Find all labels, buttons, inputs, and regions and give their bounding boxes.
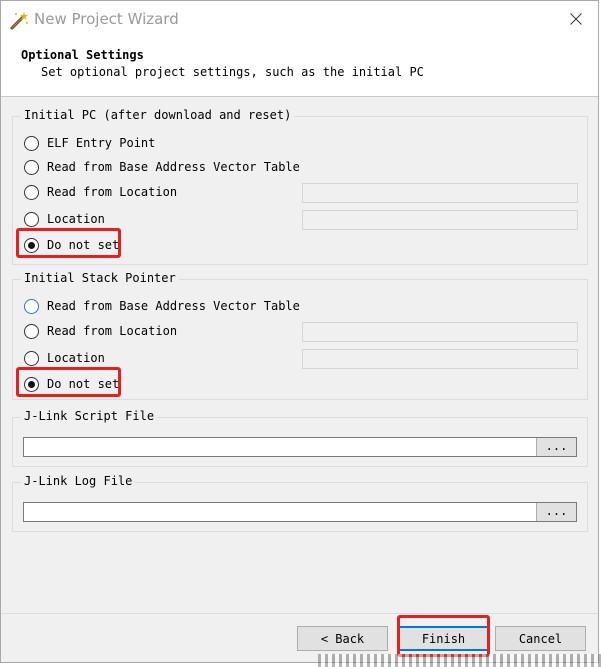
log-file-legend: J-Link Log File xyxy=(21,474,136,488)
sp-vector-table-option[interactable]: Read from Base Address Vector Table xyxy=(24,297,300,315)
pc-location-field xyxy=(302,210,578,230)
radio-button[interactable] xyxy=(24,184,39,200)
pc-read-location-option[interactable]: Read from Location xyxy=(24,183,177,201)
title-bar: New Project Wizard xyxy=(1,1,598,39)
sp-location-option[interactable]: Location xyxy=(24,349,105,367)
initial-pc-legend: Initial PC (after download and reset) xyxy=(21,108,295,122)
script-file-legend: J-Link Script File xyxy=(21,409,158,423)
radio-button[interactable] xyxy=(24,350,39,366)
radio-button[interactable] xyxy=(24,135,39,151)
background-window-strip xyxy=(318,654,601,667)
log-file-browse-button[interactable]: ... xyxy=(536,503,576,521)
sp-read-location-option[interactable]: Read from Location xyxy=(24,322,177,340)
radio-button[interactable] xyxy=(24,323,39,339)
radio-button[interactable] xyxy=(24,159,39,175)
wizard-header: Optional Settings Set optional project s… xyxy=(1,39,598,97)
option-label: Location xyxy=(47,351,105,365)
page-subtitle: Set optional project settings, such as t… xyxy=(41,65,424,79)
pc-elf-entry-option[interactable]: ELF Entry Point xyxy=(24,134,155,152)
wizard-window: New Project Wizard Optional Settings Set… xyxy=(0,0,599,663)
script-file-browse-button[interactable]: ... xyxy=(536,438,576,456)
magic-wand-icon xyxy=(9,11,29,31)
initial-sp-legend: Initial Stack Pointer xyxy=(21,271,179,285)
radio-button[interactable] xyxy=(24,211,39,227)
pc-read-location-field xyxy=(302,183,578,203)
script-file-group: J-Link Script File ... xyxy=(12,409,588,467)
pc-location-option[interactable]: Location xyxy=(24,210,105,228)
window-title: New Project Wizard xyxy=(34,10,179,28)
pc-vector-table-option[interactable]: Read from Base Address Vector Table xyxy=(24,158,300,176)
option-label: Read from Base Address Vector Table xyxy=(47,299,300,313)
pc-do-not-set-highlight xyxy=(16,228,121,258)
option-label: Read from Location xyxy=(47,324,178,338)
option-label: Read from Location xyxy=(47,185,178,199)
option-label: Location xyxy=(47,212,105,226)
footer-divider xyxy=(1,613,598,614)
option-label: ELF Entry Point xyxy=(47,136,156,150)
log-file-input[interactable]: ... xyxy=(23,502,577,522)
page-title: Optional Settings xyxy=(21,48,144,62)
option-label: Read from Base Address Vector Table xyxy=(47,160,300,174)
close-button[interactable] xyxy=(554,1,598,39)
sp-location-field xyxy=(302,349,578,369)
sp-do-not-set-highlight xyxy=(16,367,121,397)
sp-read-location-field xyxy=(302,322,578,342)
script-file-input[interactable]: ... xyxy=(23,437,577,457)
back-button[interactable]: < Back xyxy=(297,626,388,651)
close-icon xyxy=(570,12,582,28)
radio-button[interactable] xyxy=(24,298,39,314)
finish-button-highlight xyxy=(397,615,490,657)
log-file-group: J-Link Log File ... xyxy=(12,474,588,532)
cancel-button[interactable]: Cancel xyxy=(495,626,586,651)
